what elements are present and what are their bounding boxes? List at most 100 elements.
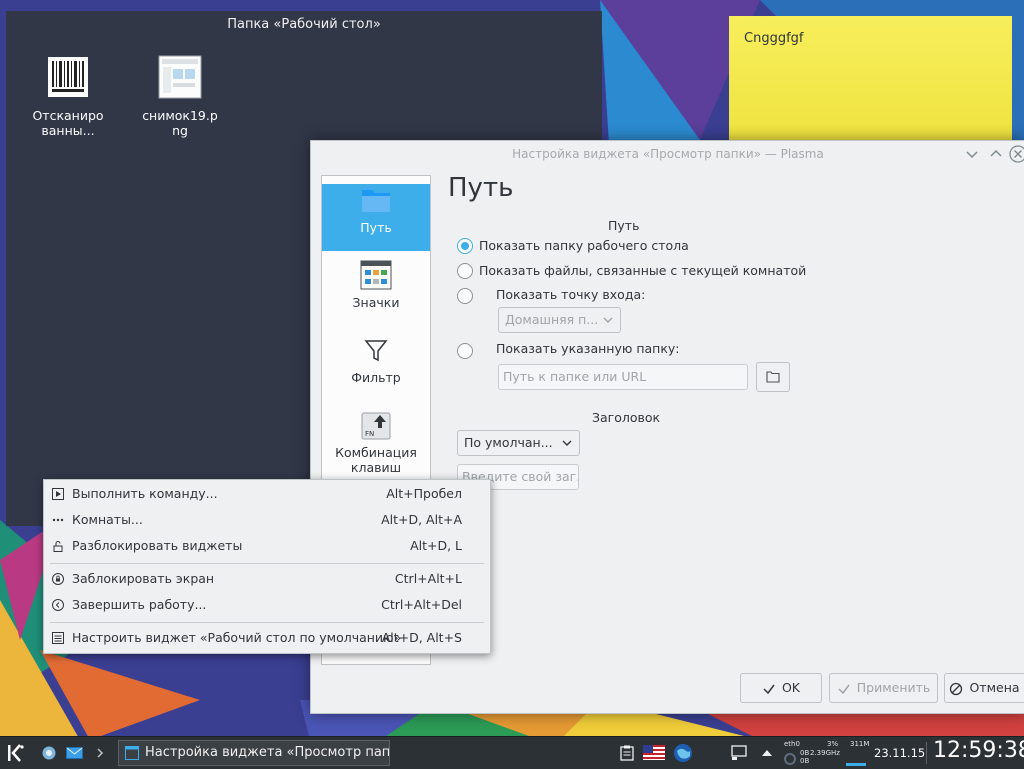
sysmon-freq: 2.39GHz <box>810 749 840 757</box>
apply-button[interactable]: Применить <box>829 673 938 703</box>
file-label-line2: ng <box>172 123 188 138</box>
menu-item-label: Комнаты... <box>72 512 143 527</box>
radio-entry-point[interactable] <box>457 288 473 304</box>
ok-button[interactable]: OK <box>740 673 822 703</box>
sidebar-item-label: Фильтр <box>351 370 401 385</box>
desktop-file-scanned[interactable]: Отсканиро ванны... <box>26 55 110 138</box>
sidebar-item-icons[interactable]: Значки <box>322 259 430 326</box>
radio-activity-files-label[interactable]: Показать файлы, связанные с текущей комн… <box>479 263 806 278</box>
keyboard-layout-flag-icon[interactable] <box>643 745 665 760</box>
title-combo-value: По умолчан... <box>464 435 553 450</box>
sidebar-item-label: Путь <box>360 220 392 235</box>
page-title: Путь <box>448 173 514 203</box>
menu-item-unlock-widgets[interactable]: Разблокировать виджеты Alt+D, L <box>44 534 490 558</box>
menu-item-shortcut: Alt+D, Alt+A <box>381 512 462 527</box>
sidebar-item-path[interactable]: Путь <box>322 184 430 251</box>
icons-view-icon <box>360 260 392 290</box>
entry-point-combo[interactable]: Домашняя п... <box>498 307 621 333</box>
folder-icon <box>362 190 390 212</box>
sysmon-bps1: 0B <box>800 749 810 757</box>
folder-open-icon <box>766 371 780 383</box>
menu-item-lock-screen[interactable]: Заблокировать экран Ctrl+Alt+L <box>44 567 490 591</box>
configure-icon <box>52 632 64 644</box>
menu-item-run-command[interactable]: Выполнить команду... Alt+Пробел <box>44 482 490 506</box>
display-monitor-icon[interactable] <box>731 745 747 761</box>
radio-custom-folder-label[interactable]: Показать указанную папку: <box>496 341 680 356</box>
chevron-right-icon[interactable] <box>96 748 104 758</box>
sidebar-item-shortcuts[interactable]: FN Комбинация клавиш <box>322 409 430 489</box>
checkmark-icon <box>763 684 775 694</box>
maximize-icon[interactable] <box>987 145 1005 163</box>
unlock-icon <box>53 541 63 552</box>
mail-icon[interactable] <box>66 747 83 759</box>
clock-divider <box>926 742 927 764</box>
network-globe-icon[interactable] <box>673 743 693 763</box>
folder-path-input[interactable]: Путь к папке или URL <box>498 364 748 390</box>
filter-icon <box>364 340 388 362</box>
barcode-file-icon <box>48 57 88 97</box>
sidebar-item-filter[interactable]: Фильтр <box>322 334 430 401</box>
radio-entry-point-label[interactable]: Показать точку входа: <box>496 287 645 302</box>
task-item-settings-dialog[interactable]: Настройка виджета «Просмотр папки» <box>118 740 390 766</box>
cancel-button[interactable]: Отмена <box>944 673 1024 703</box>
browser-icon[interactable] <box>42 746 56 760</box>
dialog-titlebar[interactable]: Настройка виджета «Просмотр папки» — Pla… <box>311 141 1024 167</box>
path-section-label: Путь <box>608 218 640 233</box>
sidebar-item-label: клавиш <box>350 460 402 475</box>
menu-separator <box>50 622 484 623</box>
folder-widget-title: Папка «Рабочий стол» <box>227 17 381 32</box>
file-label-line1: снимок19.p <box>142 108 218 123</box>
clipboard-icon[interactable] <box>620 745 634 761</box>
image-file-icon <box>158 55 202 99</box>
desktop-file-screenshot[interactable]: снимок19.p ng <box>138 55 222 138</box>
radio-desktop-folder[interactable] <box>457 238 473 254</box>
radio-desktop-folder-label[interactable]: Показать папку рабочего стола <box>479 238 689 253</box>
menu-item-shortcut: Alt+D, Alt+S <box>381 630 462 645</box>
apply-label: Применить <box>856 680 931 695</box>
file-label-line2: ванны... <box>41 123 95 138</box>
sidebar-item-label: Комбинация <box>335 445 417 460</box>
sysmon-cpu-ring <box>784 753 796 765</box>
sysmon-cpu: 3% <box>827 740 839 748</box>
taskbar: Настройка виджета «Просмотр папки» eth0 … <box>0 736 1024 769</box>
menu-item-activities[interactable]: Комнаты... Alt+D, Alt+A <box>44 508 490 532</box>
menu-item-shortcut: Alt+Пробел <box>386 486 462 501</box>
system-monitor-widget[interactable]: eth0 3% 311M 0B 2.39GHz 0B <box>782 739 870 767</box>
menu-item-shortcut: Ctrl+Alt+Del <box>381 597 462 612</box>
chevron-down-icon <box>562 440 572 446</box>
lock-screen-icon <box>52 573 64 585</box>
title-combo[interactable]: По умолчан... <box>457 430 580 456</box>
radio-custom-folder[interactable] <box>457 343 473 359</box>
menu-item-configure-desktop[interactable]: Настроить виджет «Рабочий стол по умолча… <box>44 626 490 650</box>
close-icon[interactable] <box>1009 145 1024 163</box>
checkmark-icon <box>838 684 850 694</box>
sysmon-mem: 311M <box>850 740 870 748</box>
menu-item-leave[interactable]: Завершить работу... Ctrl+Alt+Del <box>44 593 490 617</box>
minimize-icon[interactable] <box>963 145 981 163</box>
browse-folder-button[interactable] <box>756 362 790 392</box>
sysmon-iface: eth0 <box>784 740 800 748</box>
leave-icon <box>52 599 64 611</box>
taskbar-date[interactable]: 23.11.15 <box>874 746 925 760</box>
note-text[interactable]: Cngggfgf <box>744 31 803 46</box>
entry-point-value: Домашняя п... <box>505 312 599 327</box>
keyboard-shortcut-icon: FN <box>361 412 391 440</box>
cancel-label: Отмена <box>969 680 1020 695</box>
menu-item-label: Заблокировать экран <box>72 571 215 586</box>
radio-activity-files[interactable] <box>457 263 473 279</box>
desktop-context-menu: Выполнить команду... Alt+Пробел Комнаты.… <box>43 479 491 654</box>
menu-item-label: Разблокировать виджеты <box>72 538 243 553</box>
run-command-icon <box>52 488 64 500</box>
svg-text:FN: FN <box>365 430 374 438</box>
menu-item-shortcut: Alt+D, L <box>410 538 462 553</box>
menu-item-label: Завершить работу... <box>72 597 207 612</box>
tray-expand-arrow-icon[interactable] <box>761 749 773 757</box>
kde-launcher-icon[interactable] <box>4 742 26 764</box>
title-section-label: Заголовок <box>592 410 661 425</box>
folder-path-placeholder: Путь к папке или URL <box>503 369 647 384</box>
sidebar-item-label: Значки <box>352 295 400 310</box>
activities-icon <box>52 518 64 522</box>
task-item-title: Настройка виджета «Просмотр папки» <box>145 745 390 760</box>
sticky-note-widget[interactable]: Cngggfgf <box>729 16 1012 144</box>
taskbar-clock[interactable]: 12:59:38 <box>933 738 1024 763</box>
